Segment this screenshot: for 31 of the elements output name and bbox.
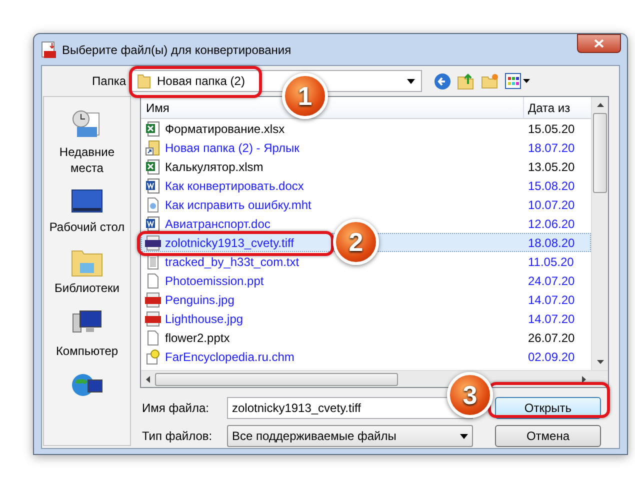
file-date: 14.07.20 — [527, 310, 576, 328]
file-name: tracked_by_h33t_com.txt — [165, 254, 300, 270]
file-date: 11.05.20 — [527, 254, 575, 270]
file-name: zolotnicky1913_cvety.tiff — [165, 234, 294, 252]
file-name-label: Имя файла: — [141, 400, 210, 417]
file-date: 02.09.20 — [527, 348, 576, 366]
folder-label: Папка — [91, 73, 127, 90]
file-name: Авиатранспорт.doc — [165, 216, 270, 232]
file-name: Как исправить ошибку.mht — [165, 196, 312, 214]
window-title: Выберите файл(ы) для конвертирования — [62, 42, 292, 58]
file-date: 12.06.20 — [527, 216, 576, 232]
file-date: 18.07.20 — [527, 140, 576, 156]
file-date: 15.08.20 — [527, 178, 576, 194]
file-name: Photoemission.ppt — [165, 272, 264, 290]
file-name: FarEncyclopedia.ru.chm — [165, 348, 294, 366]
file-type-label: Тип файлов: — [141, 428, 214, 445]
file-date: 14.07.20 — [527, 292, 576, 308]
file-date: 13.05.20 — [527, 158, 576, 176]
file-name: Lighthouse.jpg — [165, 310, 244, 328]
file-name: Penguins.jpg — [165, 292, 234, 308]
folder-value: Новая папка (2) — [157, 73, 245, 90]
file-name: Как конвертировать.docx — [165, 178, 304, 194]
file-date: 24.07.20 — [527, 272, 576, 290]
file-name: Форматирование.xlsx — [165, 120, 285, 138]
file-name: flower2.pptx — [165, 330, 230, 346]
file-date: 18.08.20 — [527, 234, 576, 252]
file-date: 15.05.20 — [527, 120, 576, 138]
file-name: Новая папка (2) - Ярлык — [165, 140, 300, 156]
file-date: 26.07.20 — [527, 330, 576, 346]
file-name: Калькулятор.xlsm — [165, 158, 264, 176]
file-date: 10.07.20 — [527, 196, 576, 214]
